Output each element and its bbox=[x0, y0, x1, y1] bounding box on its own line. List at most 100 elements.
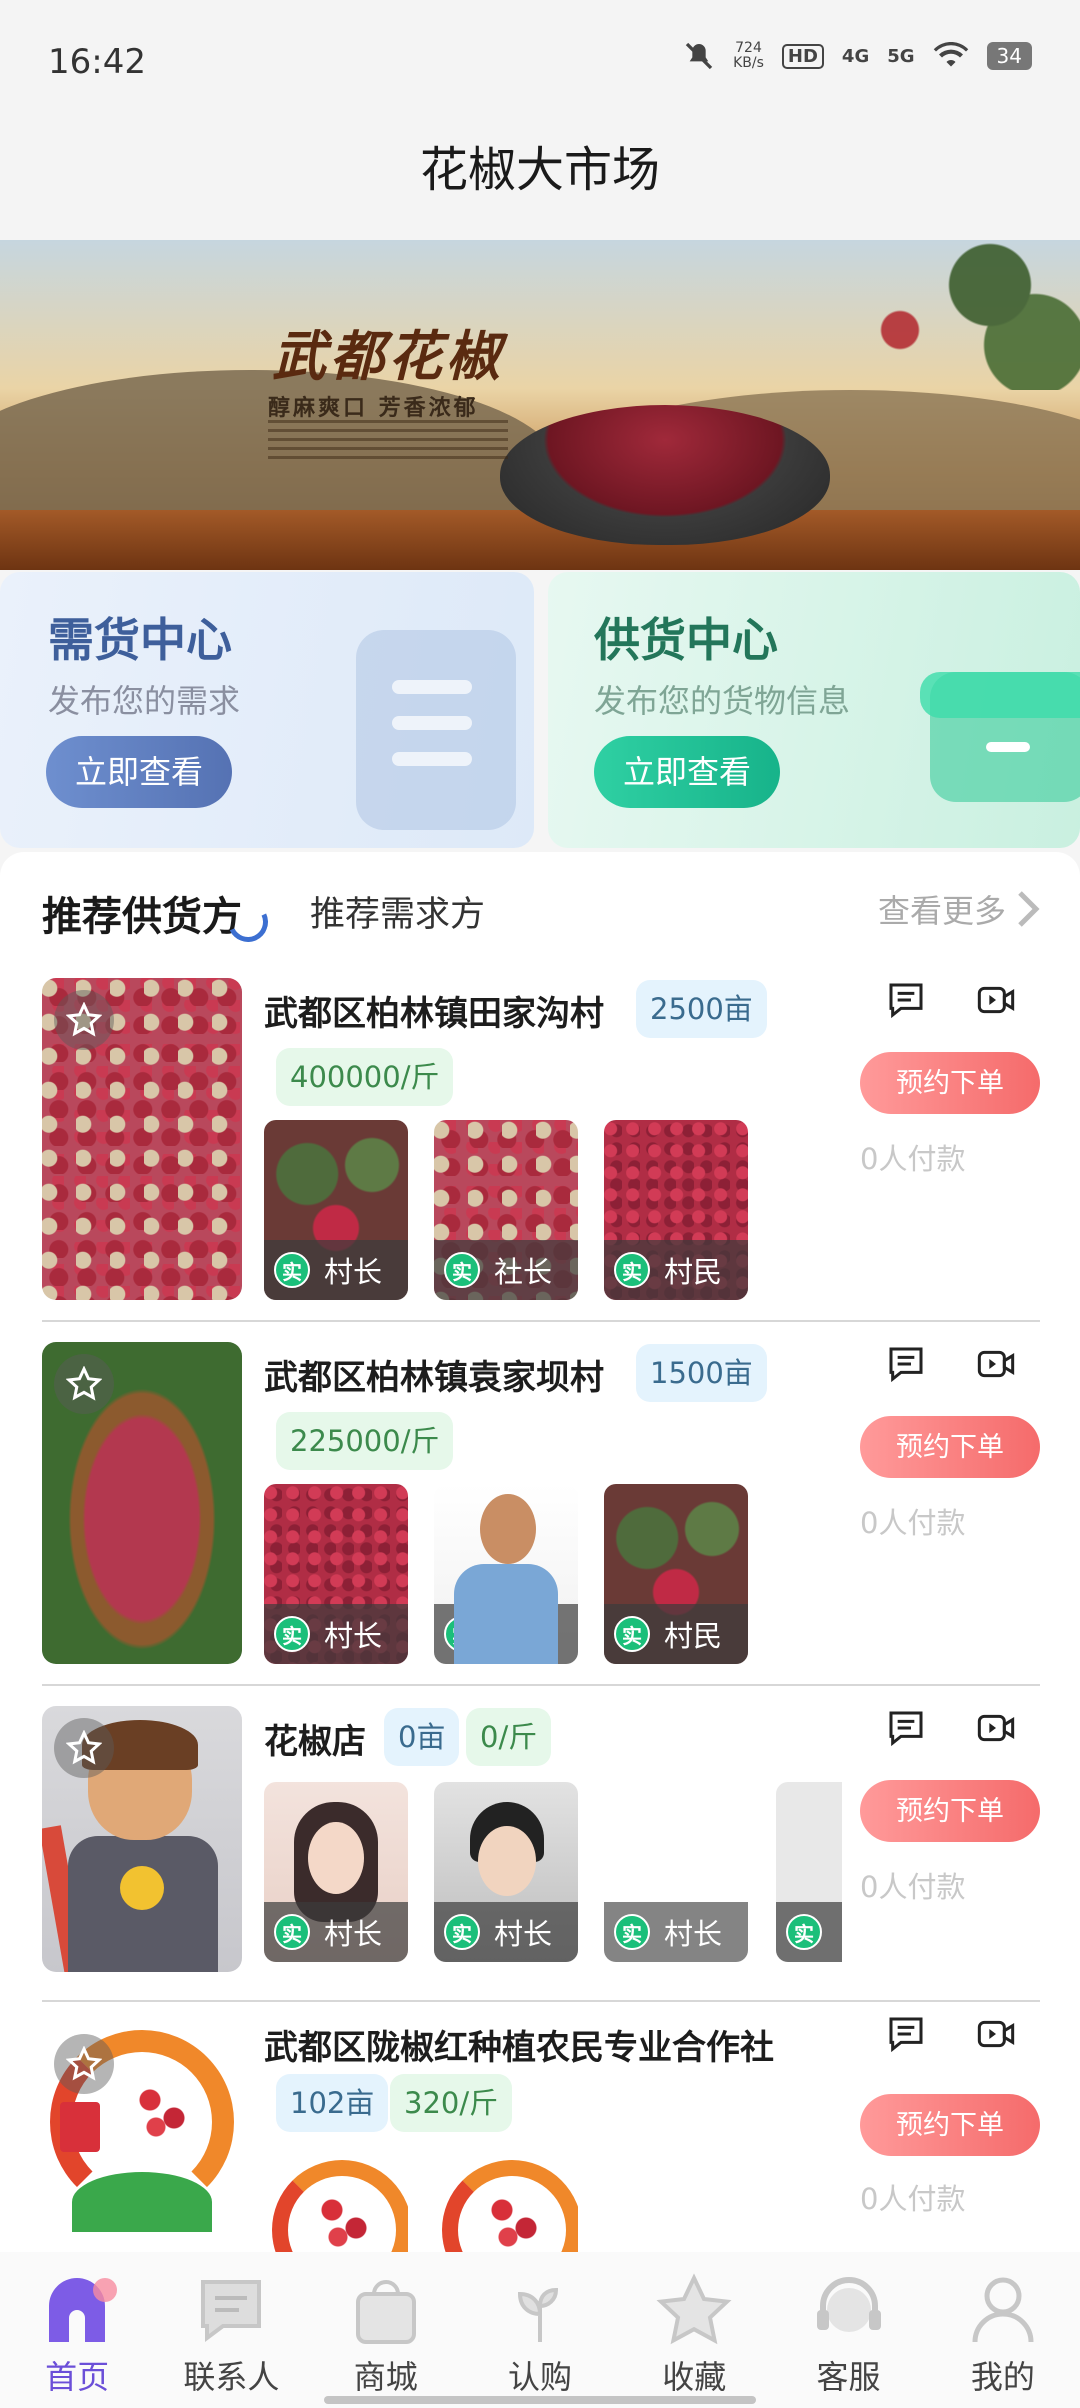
chat-icon[interactable] bbox=[884, 2014, 928, 2054]
member-role: 社长 bbox=[494, 1255, 553, 1289]
nav-customer-service[interactable]: 客服 bbox=[771, 2252, 925, 2408]
member-role: 村长 bbox=[324, 1917, 383, 1951]
star-icon bbox=[66, 1002, 102, 1037]
demand-center-card[interactable]: 需货中心 发布您的需求 立即查看 bbox=[0, 572, 534, 848]
supplier-row[interactable]: 武都区陇椒红种植农民专业合作社 102亩 320/斤 预约下单 0人付款 bbox=[0, 2008, 1080, 2252]
order-button[interactable]: 预约下单 bbox=[860, 1780, 1040, 1842]
view-more-link[interactable]: 查看更多 bbox=[878, 886, 1040, 932]
page-title: 花椒大市场 bbox=[0, 120, 1080, 240]
signal-4g-icon: 4G bbox=[841, 45, 870, 67]
member-role: 村长 bbox=[664, 1917, 723, 1951]
supply-center-desc: 发布您的货物信息 bbox=[594, 682, 851, 720]
verified-badge-icon: 实 bbox=[444, 1616, 480, 1652]
verified-badge-icon: 实 bbox=[274, 1914, 310, 1950]
banner-branch bbox=[780, 240, 1080, 390]
favorite-star-button[interactable] bbox=[54, 2034, 114, 2094]
logo-art bbox=[132, 2082, 192, 2142]
recommend-list-panel: 推荐供货方 推荐需求方 查看更多 武都区柏林镇田家沟村 2500亩 400000… bbox=[0, 852, 1080, 2252]
supplier-name: 武都区陇椒红种植农民专业合作社 bbox=[264, 2028, 774, 2068]
member-photo[interactable]: 实村长 bbox=[264, 1782, 408, 1962]
supplier-row[interactable]: 花椒店 0亩 0/斤 实村长 实村长 实村长 实 预约下单 0人付款 bbox=[0, 1692, 1080, 2002]
order-button[interactable]: 预约下单 bbox=[860, 1416, 1040, 1478]
banner-pepper-bowl bbox=[500, 405, 830, 545]
message-icon bbox=[201, 2280, 262, 2342]
nav-favorites[interactable]: 收藏 bbox=[617, 2252, 771, 2408]
nav-subscribe[interactable]: 认购 bbox=[463, 2252, 617, 2408]
member-role: 村民 bbox=[664, 1255, 723, 1289]
favorite-star-button[interactable] bbox=[54, 1354, 114, 1414]
nav-mall[interactable]: 商城 bbox=[309, 2252, 463, 2408]
favorite-star-button[interactable] bbox=[54, 1718, 114, 1778]
home-indicator[interactable] bbox=[324, 2396, 756, 2404]
paid-count: 0人付款 bbox=[860, 1870, 966, 1904]
price-chip: 320/斤 bbox=[390, 2074, 513, 2132]
member-photo[interactable] bbox=[264, 2152, 408, 2252]
member-photo[interactable]: 实村民 bbox=[604, 1120, 748, 1300]
logo-art bbox=[314, 2192, 374, 2252]
row-divider bbox=[42, 1320, 1040, 1322]
star-icon bbox=[66, 1366, 102, 1401]
shopping-bag-icon bbox=[355, 2280, 416, 2344]
demand-view-button[interactable]: 立即查看 bbox=[46, 736, 232, 808]
banner-subtitle: 醇麻爽口 芳香浓郁 bbox=[268, 396, 479, 421]
member-photo[interactable]: 实社长 bbox=[434, 1484, 578, 1664]
hd-icon: HD bbox=[781, 43, 824, 69]
banner-title: 武都花椒 bbox=[272, 325, 504, 388]
verified-badge-icon: 实 bbox=[274, 1616, 310, 1652]
supplier-thumbnail[interactable] bbox=[42, 978, 242, 1300]
box-icon bbox=[920, 672, 1080, 802]
favorite-star-button[interactable] bbox=[54, 990, 114, 1050]
plant-icon bbox=[517, 2287, 558, 2342]
video-icon[interactable] bbox=[974, 980, 1018, 1020]
video-icon[interactable] bbox=[974, 1708, 1018, 1748]
tab-recommended-buyers[interactable]: 推荐需求方 bbox=[310, 886, 485, 937]
nav-home[interactable]: 首页 bbox=[0, 2252, 154, 2408]
status-bar: 16:42 724 KB/s HD 4G 5G 34 bbox=[0, 0, 1080, 120]
order-button[interactable]: 预约下单 bbox=[860, 1052, 1040, 1114]
member-photo[interactable]: 实村民 bbox=[604, 1484, 748, 1664]
supplier-thumbnail[interactable] bbox=[42, 1706, 242, 1972]
nav-profile[interactable]: 我的 bbox=[926, 2252, 1080, 2408]
member-photo[interactable] bbox=[434, 2152, 578, 2252]
supplier-row[interactable]: 武都区柏林镇袁家坝村 1500亩 225000/斤 实村长 实社长 实村民 预约… bbox=[0, 1328, 1080, 1686]
chevron-right-icon bbox=[1018, 891, 1040, 927]
member-photo[interactable]: 实村长 bbox=[264, 1120, 408, 1300]
status-time: 16:42 bbox=[48, 42, 146, 82]
member-photo[interactable]: 实村长 bbox=[264, 1484, 408, 1664]
nav-label: 联系人 bbox=[183, 2358, 280, 2396]
supplier-thumbnail[interactable] bbox=[42, 1342, 242, 1664]
chat-icon[interactable] bbox=[884, 1708, 928, 1748]
member-photo[interactable]: 实 bbox=[776, 1782, 842, 1962]
logo-art bbox=[60, 2102, 100, 2152]
nav-label: 认购 bbox=[507, 2358, 572, 2396]
member-photo[interactable]: 实社长 bbox=[434, 1120, 578, 1300]
verified-badge-icon: 实 bbox=[444, 1914, 480, 1950]
order-button[interactable]: 预约下单 bbox=[860, 2094, 1040, 2156]
video-icon[interactable] bbox=[974, 1344, 1018, 1384]
logo-art bbox=[72, 2172, 212, 2232]
nav-contacts[interactable]: 联系人 bbox=[154, 2252, 308, 2408]
member-photo[interactable]: 实村长 bbox=[434, 1782, 578, 1962]
member-photo[interactable]: 实村长 bbox=[604, 1782, 748, 1962]
nav-label: 收藏 bbox=[662, 2358, 727, 2396]
price-chip: 0/斤 bbox=[466, 1708, 552, 1766]
star-icon bbox=[66, 1730, 102, 1765]
supplier-thumbnail[interactable] bbox=[42, 2022, 242, 2252]
verified-badge-icon: 实 bbox=[614, 1914, 650, 1950]
video-icon[interactable] bbox=[974, 2014, 1018, 2054]
chat-icon[interactable] bbox=[884, 1344, 928, 1384]
supplier-row[interactable]: 武都区柏林镇田家沟村 2500亩 400000/斤 实村长 实社长 实村民 预约… bbox=[0, 964, 1080, 1322]
chat-icon[interactable] bbox=[884, 980, 928, 1020]
logo-art bbox=[484, 2192, 544, 2252]
supplier-name: 武都区柏林镇袁家坝村 bbox=[264, 1358, 604, 1398]
supply-center-title: 供货中心 bbox=[594, 613, 778, 667]
banner-carousel[interactable]: 武都花椒 醇麻爽口 芳香浓郁 bbox=[0, 240, 1080, 570]
verified-badge-icon: 实 bbox=[786, 1914, 822, 1950]
nav-label: 首页 bbox=[45, 2358, 110, 2396]
supply-view-button[interactable]: 立即查看 bbox=[594, 736, 780, 808]
star-icon bbox=[656, 2273, 732, 2345]
verified-badge-icon: 实 bbox=[274, 1252, 310, 1288]
supply-center-card[interactable]: 供货中心 发布您的货物信息 立即查看 bbox=[548, 572, 1080, 848]
net-speed: 724 KB/s bbox=[733, 40, 764, 71]
tab-recommended-suppliers[interactable]: 推荐供货方 bbox=[42, 884, 242, 942]
